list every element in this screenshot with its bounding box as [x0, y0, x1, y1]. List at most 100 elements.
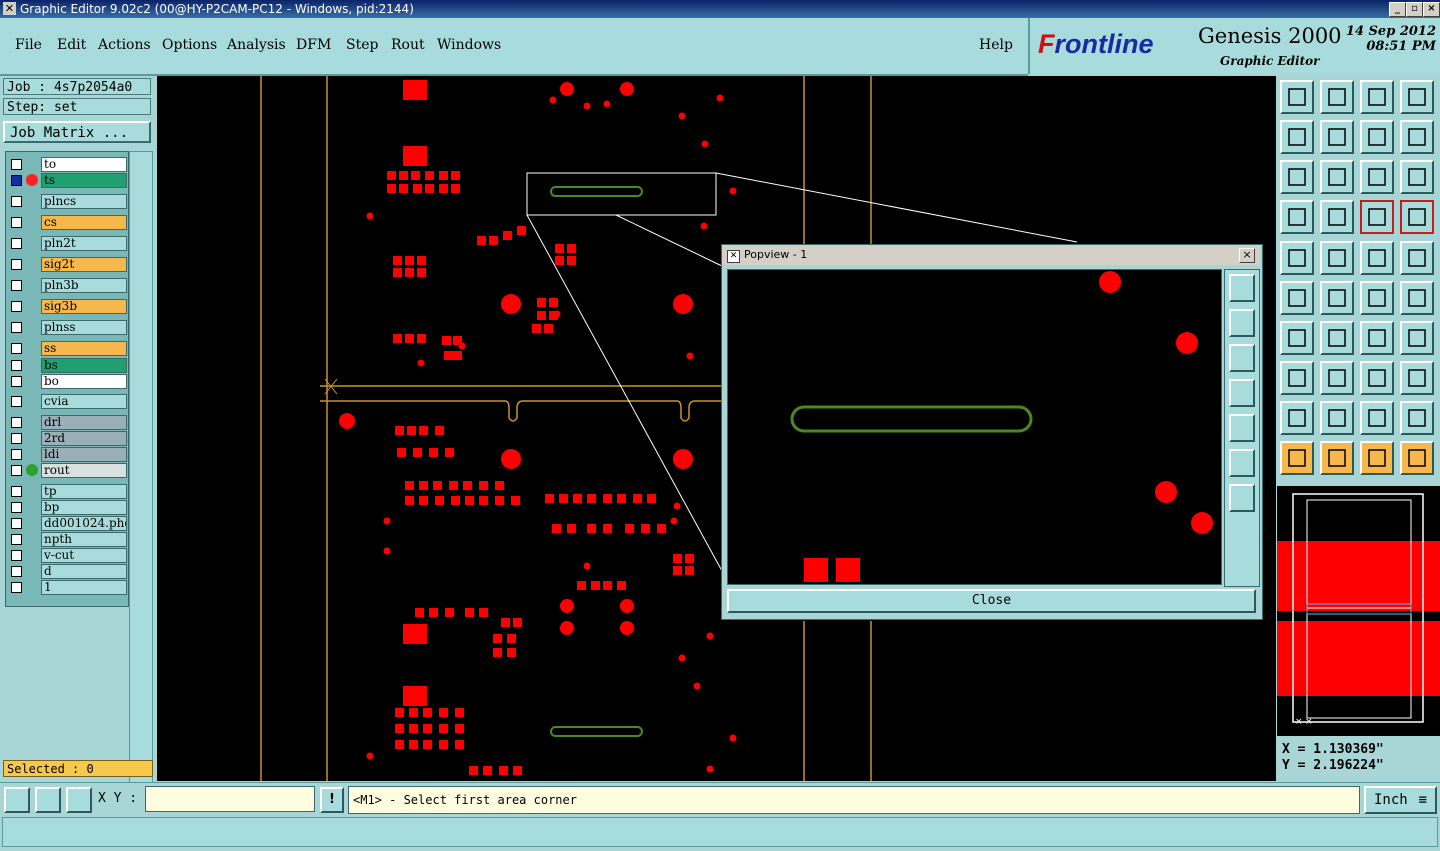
layer-name[interactable]: ss	[41, 341, 127, 356]
layer-name[interactable]: dd001024.pho	[41, 516, 127, 531]
layer-checkbox[interactable]	[11, 417, 22, 428]
popview-pan-down-icon[interactable]	[1229, 344, 1255, 372]
layer-checkbox[interactable]	[11, 175, 22, 186]
popview-zoom-out-icon[interactable]	[1229, 484, 1255, 512]
cross-icon[interactable]	[1320, 281, 1354, 315]
arc-icon[interactable]	[1400, 281, 1434, 315]
units-selector[interactable]: Inch ≡	[1364, 786, 1437, 814]
snap-icon[interactable]	[4, 787, 30, 813]
grid-view-icon[interactable]	[1320, 200, 1354, 234]
menu-analysis[interactable]: Analysis	[227, 37, 286, 53]
angle-icon[interactable]	[1280, 321, 1314, 355]
layer-row-v-cut[interactable]: v-cut	[6, 548, 128, 563]
layer-checkbox[interactable]	[11, 566, 22, 577]
undo-view-icon[interactable]	[1360, 120, 1394, 154]
popview-close-icon[interactable]: ×	[1239, 248, 1255, 263]
layer-name[interactable]: v-cut	[41, 548, 127, 563]
layer-checkbox[interactable]	[11, 433, 22, 444]
layer-name[interactable]: tp	[41, 484, 127, 499]
select-path-icon[interactable]	[1400, 441, 1434, 475]
snap-center-icon[interactable]	[1400, 241, 1434, 275]
pan-down-icon[interactable]	[1320, 80, 1354, 114]
layer-checkbox[interactable]	[11, 301, 22, 312]
menu-rout[interactable]: Rout	[391, 37, 425, 53]
popview-pan-up-icon[interactable]	[1229, 309, 1255, 337]
layer-checkbox[interactable]	[11, 259, 22, 270]
maximize-button[interactable]: ▫	[1406, 2, 1423, 17]
grid-icon[interactable]	[66, 787, 92, 813]
layer-name[interactable]: ldi	[41, 447, 127, 462]
layer-row-1[interactable]: 1	[6, 580, 128, 595]
copy-icon[interactable]	[1400, 361, 1434, 395]
layer-b-icon[interactable]	[1400, 200, 1434, 234]
menu-help[interactable]: Help	[979, 37, 1013, 53]
popview-zoom-fit-icon[interactable]	[1229, 274, 1255, 302]
layer-name[interactable]: bo	[41, 374, 127, 389]
layer-row-sig2t[interactable]: sig2t	[6, 257, 128, 272]
layer-name[interactable]: d	[41, 564, 127, 579]
layer-checkbox[interactable]	[11, 238, 22, 249]
layer-row-dd001024.pho[interactable]: dd001024.pho	[6, 516, 128, 531]
triangle-b-icon[interactable]	[1360, 401, 1394, 435]
layer-row-plncs[interactable]: plncs	[6, 194, 128, 209]
layer-name[interactable]: sig2t	[41, 257, 127, 272]
select-icon[interactable]	[1280, 441, 1314, 475]
layer-name[interactable]: to	[41, 157, 127, 172]
layer-row-drl[interactable]: drl	[6, 415, 128, 430]
line-icon[interactable]	[1320, 321, 1354, 355]
layer-name[interactable]: sig3b	[41, 299, 127, 314]
layer-row-npth[interactable]: npth	[6, 532, 128, 547]
layer-name[interactable]: bs	[41, 358, 127, 373]
node-icon[interactable]	[1280, 281, 1314, 315]
redo-view-icon[interactable]	[1400, 120, 1434, 154]
layer-name[interactable]: bp	[41, 500, 127, 515]
zoom-home-icon[interactable]	[1280, 80, 1314, 114]
flip-icon[interactable]	[1400, 321, 1434, 355]
layer-row-tp[interactable]: tp	[6, 484, 128, 499]
layer-checkbox[interactable]	[11, 217, 22, 228]
popview-canvas[interactable]	[727, 269, 1222, 585]
layer-row-pln3b[interactable]: pln3b	[6, 278, 128, 293]
menu-dfm[interactable]: DFM	[296, 37, 331, 53]
layer-checkbox[interactable]	[11, 376, 22, 387]
panel-minimap[interactable]: × ×	[1277, 486, 1440, 736]
pan-right-icon[interactable]	[1320, 120, 1354, 154]
layer-row-ts[interactable]: ts	[6, 173, 128, 188]
select-box-icon[interactable]	[1320, 441, 1354, 475]
popview-pan-left-icon[interactable]	[1229, 379, 1255, 407]
layer-name[interactable]: rout	[41, 463, 127, 478]
menu-step[interactable]: Step	[346, 37, 378, 53]
layer-checkbox[interactable]	[11, 486, 22, 497]
layer-name[interactable]: ts	[41, 173, 127, 188]
layer-checkbox[interactable]	[11, 582, 22, 593]
trim-icon[interactable]	[1320, 361, 1354, 395]
move-icon[interactable]	[1280, 361, 1314, 395]
layer-scrollbar[interactable]	[129, 151, 153, 783]
layer-checkbox[interactable]	[11, 360, 22, 371]
layer-row-to[interactable]: to	[6, 157, 128, 172]
layer-name[interactable]: cvia	[41, 394, 127, 409]
layer-name[interactable]: 1	[41, 580, 127, 595]
layer-checkbox[interactable]	[11, 280, 22, 291]
polygon-icon[interactable]	[1320, 241, 1354, 275]
layer-row-2rd[interactable]: 2rd	[6, 431, 128, 446]
popview-pan-right-icon[interactable]	[1229, 414, 1255, 442]
menu-windows[interactable]: Windows	[437, 37, 501, 53]
home-icon[interactable]	[1360, 80, 1394, 114]
layer-name[interactable]: drl	[41, 415, 127, 430]
arrow-up-right-icon[interactable]	[1280, 241, 1314, 275]
layer-row-ss[interactable]: ss	[6, 341, 128, 356]
layer-name[interactable]: plncs	[41, 194, 127, 209]
center-icon[interactable]	[1320, 160, 1354, 194]
rotate-icon[interactable]	[1360, 321, 1394, 355]
menu-edit[interactable]: Edit	[57, 37, 86, 53]
layer-row-pln2t[interactable]: pln2t	[6, 236, 128, 251]
pan-left-icon[interactable]	[1280, 120, 1314, 154]
popview-window[interactable]: ✕ Popview - 1 × Close	[721, 244, 1263, 620]
layer-row-bs[interactable]: bs	[6, 358, 128, 373]
layer-checkbox[interactable]	[11, 196, 22, 207]
layer-checkbox[interactable]	[11, 449, 22, 460]
triangle-c-icon[interactable]	[1400, 401, 1434, 435]
layer-checkbox[interactable]	[11, 518, 22, 529]
layer-a-icon[interactable]	[1360, 200, 1394, 234]
